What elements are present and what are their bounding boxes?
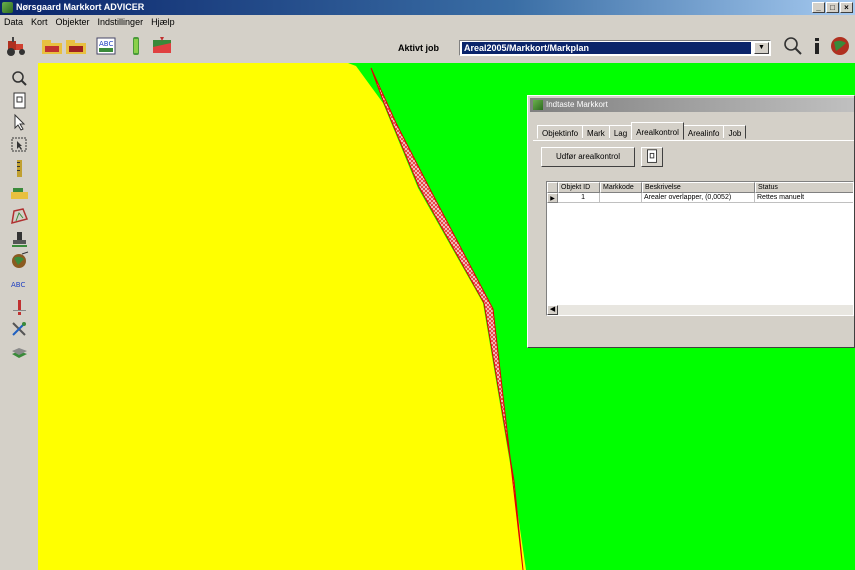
abc-label-icon[interactable]: ABC — [94, 35, 118, 57]
search-icon[interactable] — [781, 35, 805, 57]
dialog-title: Indtaste Markkort — [546, 100, 608, 109]
tab-lag[interactable]: Lag — [608, 125, 633, 139]
run-area-check-button[interactable]: Udfør arealkontrol — [541, 147, 635, 167]
layers-icon[interactable] — [9, 343, 30, 362]
tools-icon[interactable] — [9, 319, 30, 338]
globe-edit-icon[interactable] — [9, 251, 30, 270]
chevron-down-icon[interactable]: ▼ — [754, 42, 769, 54]
close-button[interactable]: × — [840, 2, 853, 13]
toolbar: ABC Aktivt job Areal2005/Markkort/Markpl… — [0, 29, 855, 63]
tab-objektinfo[interactable]: Objektinfo — [537, 125, 584, 139]
column-header[interactable]: Beskrivelse — [642, 182, 755, 193]
marker-icon[interactable] — [9, 298, 30, 317]
minimize-button[interactable]: _ — [812, 2, 825, 13]
tab-arealkontrol[interactable]: Arealkontrol — [631, 122, 684, 140]
menu-data[interactable]: Data — [0, 15, 27, 29]
field-edit-icon[interactable] — [9, 182, 30, 201]
markkort-dialog: Indtaste Markkort Objektinfo Mark Lag Ar… — [527, 95, 855, 348]
column-header[interactable]: Status — [755, 182, 853, 193]
abc-text-icon[interactable]: ABC — [9, 275, 30, 294]
open-folder-icon[interactable] — [64, 35, 88, 57]
tab-arealinfo[interactable]: Arealinfo — [682, 125, 725, 139]
app-icon — [2, 2, 13, 13]
tab-mark[interactable]: Mark — [582, 125, 610, 139]
tab-job[interactable]: Job — [723, 125, 747, 139]
dialog-app-icon — [533, 100, 543, 110]
globe-icon[interactable] — [828, 35, 852, 57]
menu-objekter[interactable]: Objekter — [52, 15, 94, 29]
tractor-icon[interactable] — [4, 35, 28, 57]
table-row[interactable]: ▶ 1 Arealer overlapper, (0,0052) Rettes … — [547, 193, 853, 203]
left-toolbar: ABC — [0, 63, 38, 570]
dialog-tabs: Objektinfo Mark Lag Arealkontrol Arealin… — [537, 122, 747, 141]
zoom-icon[interactable] — [9, 69, 30, 88]
info-icon[interactable] — [805, 35, 829, 57]
svg-text:ABC: ABC — [11, 281, 25, 289]
horizontal-scrollbar[interactable]: ◀ — [547, 305, 853, 315]
job-select-value: Areal2005/Markkort/Markplan — [462, 42, 751, 54]
arealkontrol-panel: Udfør arealkontrol Objekt ID Markkode Be… — [533, 140, 854, 341]
maximize-button[interactable]: □ — [826, 2, 839, 13]
document-icon[interactable] — [9, 91, 30, 110]
svg-text:ABC: ABC — [99, 40, 113, 48]
pointer-icon[interactable] — [9, 113, 30, 132]
window-titlebar: Nørsgaard Markkort ADVICER _ □ × — [0, 0, 855, 15]
scroll-left-icon[interactable]: ◀ — [547, 305, 558, 315]
row-indicator-header — [547, 182, 558, 193]
select-area-icon[interactable] — [9, 135, 30, 154]
cell-beskrivelse: Arealer overlapper, (0,0052) — [642, 193, 755, 203]
row-pointer-icon: ▶ — [547, 193, 558, 203]
column-header[interactable]: Objekt ID — [558, 182, 600, 193]
dialog-titlebar: Indtaste Markkort — [530, 98, 854, 112]
column-header[interactable]: Markkode — [600, 182, 642, 193]
polygon-draw-icon[interactable] — [9, 207, 30, 226]
report-document-icon[interactable] — [641, 147, 663, 167]
result-table: Objekt ID Markkode Beskrivelse Status ▶ … — [546, 181, 854, 316]
menu-indstillinger[interactable]: Indstillinger — [94, 15, 148, 29]
field-map-icon[interactable] — [150, 35, 174, 57]
cell-objekt-id: 1 — [558, 193, 600, 203]
job-select[interactable]: Areal2005/Markkort/Markplan ▼ — [459, 40, 771, 56]
cell-markkode — [600, 193, 642, 203]
menu-hjaelp[interactable]: Hjælp — [147, 15, 179, 29]
menu-bar: Data Kort Objekter Indstillinger Hjælp — [0, 15, 855, 29]
field-folder-icon[interactable] — [40, 35, 64, 57]
cell-status: Rettes manuelt — [755, 193, 853, 203]
aktivt-job-label: Aktivt job — [398, 43, 440, 53]
crop-icon[interactable] — [124, 35, 148, 57]
table-header: Objekt ID Markkode Beskrivelse Status — [547, 182, 853, 193]
ruler-icon[interactable] — [9, 159, 30, 178]
window-title: Nørsgaard Markkort ADVICER — [16, 2, 145, 12]
menu-kort[interactable]: Kort — [27, 15, 52, 29]
stamp-icon[interactable] — [9, 230, 30, 249]
